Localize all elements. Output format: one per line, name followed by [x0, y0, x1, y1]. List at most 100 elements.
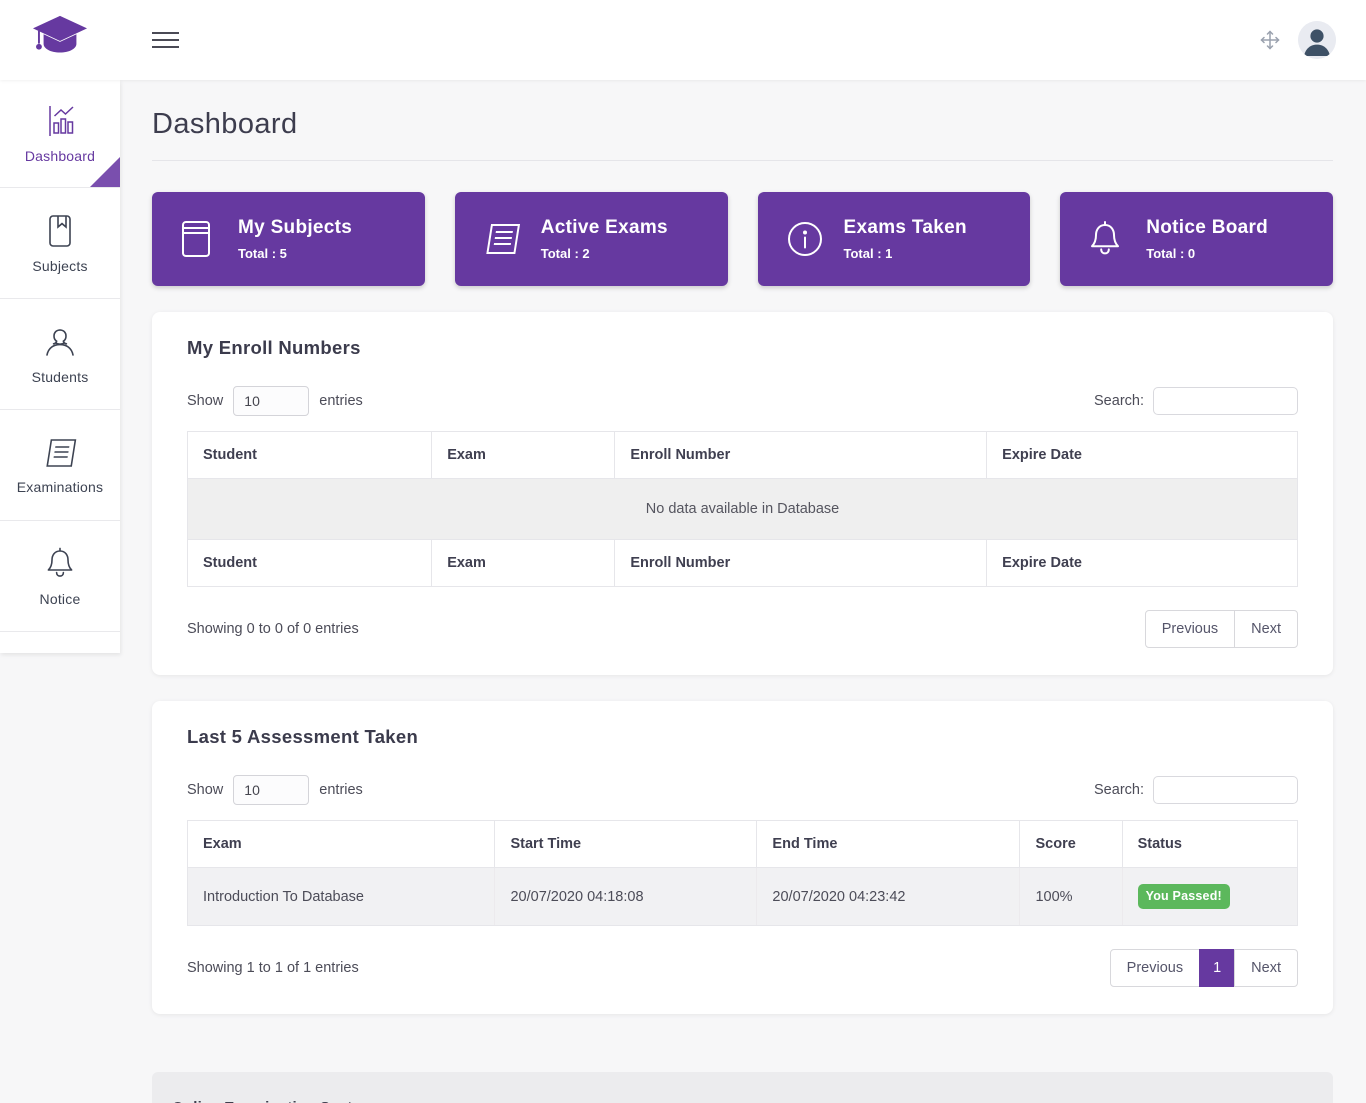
page-footer: Online Examination System © Developed By…	[152, 1072, 1333, 1103]
sidebar-item-label: Subjects	[32, 257, 88, 274]
sidebar-item-examinations[interactable]: Examinations	[0, 410, 120, 521]
pagination: Previous Next	[1144, 610, 1298, 648]
footer-column-exam: Exam	[431, 539, 616, 587]
active-corner-indicator	[90, 157, 120, 187]
sidebar-item-label: Examinations	[16, 478, 104, 495]
sidebar-item-label: Dashboard	[24, 148, 96, 164]
stat-total: Total : 2	[540, 246, 590, 261]
stat-card-my-subjects[interactable]: My Subjects Total : 5	[152, 192, 425, 286]
page-1-button[interactable]: 1	[1199, 949, 1236, 987]
cell-status: You Passed!	[1122, 867, 1298, 926]
empty-row: No data available in Database	[187, 478, 1298, 540]
footer-column-enroll-number: Enroll Number	[614, 539, 988, 587]
column-header-expire-date[interactable]: Expire Date	[986, 431, 1298, 479]
search-label: Search:	[1094, 393, 1144, 409]
cell-score: 100%	[1019, 867, 1123, 926]
cell-end-time: 20/07/2020 04:23:42	[756, 867, 1021, 926]
stat-title: My Subjects	[238, 217, 353, 238]
stat-total: Total : 5	[238, 246, 287, 261]
menu-toggle-button[interactable]	[152, 27, 179, 53]
book-icon	[43, 213, 77, 249]
table-footer-row: Student Exam Enroll Number Expire Date	[187, 539, 1298, 587]
stat-card-active-exams[interactable]: Active Exams Total : 2	[454, 192, 728, 286]
stat-total: Total : 1	[843, 246, 893, 261]
graduation-cap-icon	[31, 12, 89, 68]
book-icon	[178, 218, 218, 260]
column-header-exam[interactable]: Exam	[431, 431, 616, 479]
assessment-table: Exam Start Time End Time Score Status In…	[187, 820, 1298, 926]
next-page-button[interactable]: Next	[1234, 949, 1298, 987]
enroll-numbers-panel: My Enroll Numbers Show entries Search: S…	[152, 312, 1333, 675]
table-info: Showing 1 to 1 of 1 entries	[187, 960, 359, 976]
column-header-enroll-number[interactable]: Enroll Number	[614, 431, 988, 479]
table-row: Introduction To Database 20/07/2020 04:1…	[187, 867, 1298, 926]
sidebar-item-label: Notice	[39, 590, 81, 607]
sidebar-item-subjects[interactable]: Subjects	[0, 188, 120, 299]
stat-title: Exams Taken	[843, 217, 967, 238]
newspaper-icon	[481, 218, 521, 260]
stat-card-notice-board[interactable]: Notice Board Total : 0	[1060, 192, 1333, 286]
previous-page-button[interactable]: Previous	[1109, 949, 1201, 987]
person-icon	[42, 324, 78, 360]
column-header-end-time[interactable]: End Time	[756, 820, 1021, 868]
search-input[interactable]	[1153, 776, 1298, 804]
assessment-panel: Last 5 Assessment Taken Show entries Sea…	[152, 701, 1333, 1014]
entries-label: entries	[319, 393, 363, 409]
search-control: Search:	[1094, 387, 1298, 415]
app-logo[interactable]	[0, 12, 120, 68]
page-size-control: Show entries	[187, 386, 363, 416]
page-size-control: Show entries	[187, 775, 363, 805]
column-header-score[interactable]: Score	[1019, 820, 1123, 868]
search-control: Search:	[1094, 776, 1298, 804]
hamburger-icon	[152, 32, 179, 34]
stats-row: My Subjects Total : 5 Active Exams Total…	[152, 192, 1333, 286]
search-input[interactable]	[1153, 387, 1298, 415]
column-header-exam[interactable]: Exam	[187, 820, 496, 868]
title-divider	[152, 160, 1333, 161]
previous-page-button[interactable]: Previous	[1144, 610, 1236, 648]
column-header-status[interactable]: Status	[1122, 820, 1298, 868]
fullscreen-toggle-icon[interactable]	[1258, 28, 1282, 52]
bell-icon	[43, 546, 77, 582]
page-size-select[interactable]	[233, 775, 310, 805]
column-header-start-time[interactable]: Start Time	[494, 820, 758, 868]
bell-icon	[1086, 218, 1126, 260]
pagination: Previous 1 Next	[1109, 949, 1298, 987]
entries-label: entries	[319, 782, 363, 798]
stat-title: Notice Board	[1146, 217, 1269, 238]
table-header-row: Exam Start Time End Time Score Status	[187, 820, 1298, 868]
newspaper-icon	[41, 436, 79, 470]
cell-start-time: 20/07/2020 04:18:08	[494, 867, 758, 926]
footer-column-expire-date: Expire Date	[986, 539, 1298, 587]
sidebar-item-label: Students	[31, 368, 89, 385]
page-title: Dashboard	[152, 108, 298, 140]
sidebar-item-dashboard[interactable]: Dashboard	[0, 80, 120, 188]
sidebar-item-notice[interactable]: Notice	[0, 521, 120, 632]
sidebar-item-students[interactable]: Students	[0, 299, 120, 410]
info-circle-icon	[784, 218, 824, 260]
enroll-numbers-table: Student Exam Enroll Number Expire Date N…	[187, 431, 1298, 587]
column-header-student[interactable]: Student	[187, 431, 433, 479]
stat-total: Total : 0	[1146, 246, 1196, 261]
stat-title: Active Exams	[540, 217, 668, 238]
user-avatar[interactable]	[1298, 21, 1336, 59]
footer-title: Online Examination System	[172, 1099, 1313, 1103]
sidebar: Dashboard Subjects Students Examinations…	[0, 80, 120, 653]
panel-title: My Enroll Numbers	[187, 337, 361, 358]
show-label: Show	[187, 393, 224, 409]
show-label: Show	[187, 782, 224, 798]
table-info: Showing 0 to 0 of 0 entries	[187, 621, 359, 637]
next-page-button[interactable]: Next	[1234, 610, 1298, 648]
main-content: Dashboard My Subjects Total : 5 Active E…	[120, 0, 1366, 1103]
cell-exam: Introduction To Database	[187, 867, 496, 926]
page-size-select[interactable]	[233, 386, 310, 416]
stat-card-exams-taken[interactable]: Exams Taken Total : 1	[757, 192, 1031, 286]
no-data-message: No data available in Database	[187, 478, 1298, 540]
panel-title: Last 5 Assessment Taken	[187, 726, 419, 747]
table-header-row: Student Exam Enroll Number Expire Date	[187, 431, 1298, 479]
search-label: Search:	[1094, 782, 1144, 798]
bar-chart-icon	[42, 103, 78, 139]
footer-column-student: Student	[187, 539, 433, 587]
topbar	[0, 0, 1366, 80]
status-badge: You Passed!	[1137, 884, 1230, 909]
